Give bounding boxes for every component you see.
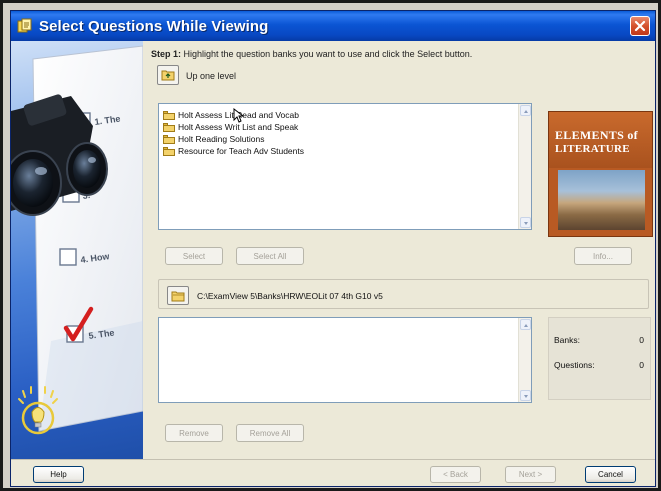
browse-folder-button[interactable]: [167, 286, 189, 305]
checkbox-icon: [59, 248, 77, 266]
next-button[interactable]: Next >: [505, 466, 556, 483]
scroll-up-button[interactable]: [520, 105, 531, 116]
select-button[interactable]: Select: [165, 247, 223, 265]
close-button[interactable]: [630, 16, 650, 36]
step-text: Highlight the question banks you want to…: [183, 49, 473, 59]
textbook-cover-image: ELEMENTS of LITERATURE: [548, 111, 653, 237]
up-one-level-label: Up one level: [186, 71, 237, 81]
step-label: Step 1:: [151, 49, 182, 59]
remove-all-button[interactable]: Remove All: [236, 424, 304, 442]
wizard-side-illustration: 1. The 3. 4. How 5. The: [11, 41, 143, 459]
selection-counts-panel: Banks: 0 Questions: 0: [548, 317, 651, 400]
list-scrollbar[interactable]: [518, 104, 531, 229]
back-button[interactable]: < Back: [430, 466, 481, 483]
scroll-down-button[interactable]: [520, 217, 531, 228]
list-item[interactable]: Holt Assess Writ List and Speak: [163, 121, 298, 133]
banks-value: 0: [639, 335, 644, 345]
folder-icon: [163, 110, 175, 120]
folder-icon: [163, 134, 175, 144]
questions-count-row: Questions: 0: [554, 360, 644, 372]
current-path: C:\ExamView 5\Banks\HRW\EOLit 07 4th G10…: [197, 291, 383, 301]
book-cover-artwork: [558, 170, 645, 230]
book-title-line2: LITERATURE: [555, 143, 630, 155]
scroll-up-arrow-icon: [524, 110, 528, 113]
info-button[interactable]: Info...: [574, 247, 632, 265]
close-icon: [634, 20, 646, 32]
scroll-down-arrow-icon: [524, 395, 528, 398]
remove-button[interactable]: Remove: [165, 424, 223, 442]
select-all-button[interactable]: Select All: [236, 247, 304, 265]
folder-icon: [163, 122, 175, 132]
selected-list-scrollbar[interactable]: [518, 318, 531, 402]
list-item-label: Holt Reading Solutions: [178, 134, 265, 144]
list-item-label: Holt Assess Writ List and Speak: [178, 122, 299, 132]
list-item[interactable]: Resource for Teach Adv Students: [163, 145, 304, 157]
selected-banks-path-bar: C:\ExamView 5\Banks\HRW\EOLit 07 4th G10…: [158, 279, 649, 309]
folder-icon: [163, 146, 175, 156]
folder-up-icon: [161, 70, 175, 81]
scroll-down-button[interactable]: [520, 390, 531, 401]
screenshot-frame: Select Questions While Viewing 1. The 4.…: [0, 0, 661, 491]
list-item[interactable]: Holt Reading Solutions: [163, 133, 264, 145]
questions-label: Questions:: [554, 360, 595, 370]
scroll-up-arrow-icon: [524, 324, 528, 327]
text-cursor-icon: [233, 108, 244, 123]
select-questions-dialog: Select Questions While Viewing 1. The 4.…: [10, 10, 656, 487]
wizard-illustration: 1. The 3. 4. How 5. The: [11, 45, 143, 435]
examview-app-icon: [17, 18, 33, 34]
questions-value: 0: [639, 360, 644, 370]
banks-label: Banks:: [554, 335, 580, 345]
cancel-button[interactable]: Cancel: [585, 466, 636, 483]
book-title-line1: ELEMENTS of: [555, 128, 638, 142]
banks-count-row: Banks: 0: [554, 335, 644, 347]
scroll-down-arrow-icon: [524, 222, 528, 225]
up-one-level-button[interactable]: [157, 65, 179, 85]
help-button[interactable]: Help: [33, 466, 84, 483]
window-title: Select Questions While Viewing: [39, 17, 269, 35]
list-item[interactable]: Holt Assess Lit Read and Vocab: [163, 109, 299, 121]
scroll-up-button[interactable]: [520, 319, 531, 330]
step-instruction: Step 1: Highlight the question banks you…: [151, 49, 472, 59]
selected-banks-list[interactable]: [158, 317, 532, 403]
folder-open-icon: [171, 291, 185, 301]
title-bar[interactable]: Select Questions While Viewing: [11, 11, 655, 41]
list-item-label: Resource for Teach Adv Students: [178, 146, 305, 156]
wizard-footer: Help < Back Next > Cancel: [11, 459, 655, 486]
question-bank-list[interactable]: Holt Assess Lit Read and Vocab Holt Asse…: [158, 103, 532, 230]
